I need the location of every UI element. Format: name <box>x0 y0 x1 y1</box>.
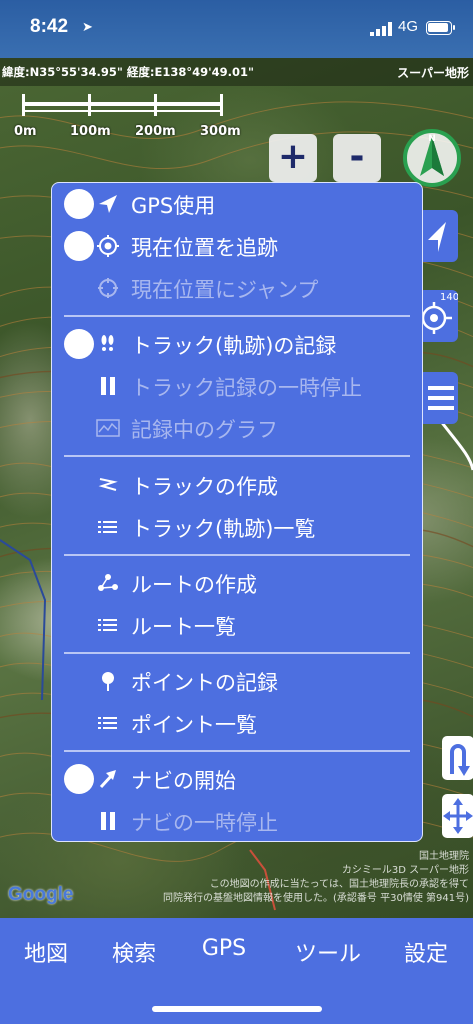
u-turn-button[interactable] <box>442 736 473 780</box>
menu-item-label: 現在位置を追跡 <box>131 236 278 260</box>
tab-gps[interactable]: GPS <box>196 936 252 961</box>
scale-line <box>22 102 222 106</box>
menu-item-record-track[interactable]: トラック(軌跡)の記録 <box>52 323 424 365</box>
home-indicator[interactable] <box>152 1006 322 1012</box>
scale-tick <box>88 94 91 116</box>
menu-item-label: トラック(軌跡)一覧 <box>131 517 316 541</box>
scale-label-200: 200m <box>135 124 176 139</box>
map-type-label[interactable]: スーパー地形 <box>397 64 469 81</box>
toggle-switch[interactable] <box>64 329 94 359</box>
menu-item-point-list[interactable]: ポイント一覧 <box>52 702 424 744</box>
network-type: 4G <box>398 18 419 35</box>
zoom-out-button[interactable]: - <box>333 134 381 182</box>
move-arrows-icon <box>443 798 473 834</box>
gps-menu: GPS使用 現在位置を追跡 現在位置にジャンプ トラック(軌跡)の記録 トラック… <box>51 182 423 842</box>
toggle-switch[interactable] <box>64 231 94 261</box>
tab-search[interactable]: 検索 <box>108 936 160 968</box>
zoom-in-button[interactable]: + <box>269 134 317 182</box>
google-logo: Google <box>8 884 74 905</box>
list-icon <box>98 717 117 729</box>
toggle-switch[interactable] <box>64 189 94 219</box>
menu-item-label: トラック記録の一時停止 <box>131 376 362 400</box>
menu-item-label: ポイントの記録 <box>131 671 278 695</box>
menu-item-label: 現在位置にジャンプ <box>131 278 319 302</box>
crosshair-icon: 140 <box>421 292 459 334</box>
altitude-badge: 140 <box>440 292 458 303</box>
menu-item-route-list[interactable]: ルート一覧 <box>52 604 424 646</box>
status-bar: 8:42 ➤ 4G <box>0 0 473 58</box>
menu-divider <box>64 315 410 317</box>
jump-target-icon <box>98 278 118 298</box>
pan-move-button[interactable] <box>442 794 473 838</box>
menu-item-record-point[interactable]: ポイントの記録 <box>52 660 424 702</box>
attribution-approval: 同院発行の基盤地図情報を使用した。(承認番号 平30情使 第941号) <box>163 893 469 904</box>
menu-item-pause-track[interactable]: トラック記録の一時停止 <box>52 365 424 407</box>
menu-item-label: トラック(軌跡)の記録 <box>131 334 337 358</box>
layers-menu-button[interactable] <box>418 372 458 424</box>
menu-item-label: ナビの開始 <box>131 769 236 793</box>
menu-divider <box>64 652 410 654</box>
scale-label-0: 0m <box>14 124 37 139</box>
tab-settings[interactable]: 設定 <box>400 936 452 968</box>
coordinate-readout: 緯度:N35°55'34.95" 経度:E138°49'49.01" <box>2 65 254 79</box>
u-turn-icon <box>450 744 470 776</box>
menu-item-gps-use[interactable]: GPS使用 <box>52 183 424 225</box>
menu-item-track-list[interactable]: トラック(軌跡)一覧 <box>52 506 424 548</box>
track-create-icon <box>98 478 118 491</box>
menu-divider <box>64 455 410 457</box>
pause-icon <box>101 812 115 830</box>
svg-text:N: N <box>428 134 436 144</box>
list-icon <box>98 619 117 631</box>
menu-item-label: ポイント一覧 <box>131 713 257 737</box>
menu-item-label: トラックの作成 <box>131 475 278 499</box>
scale-tick <box>154 94 157 116</box>
menu-item-label: 記録中のグラフ <box>131 418 278 442</box>
footprints-icon <box>101 335 114 351</box>
scale-tick <box>22 94 25 116</box>
scale-label-300: 300m <box>200 124 241 139</box>
menu-item-label: GPS使用 <box>131 194 216 218</box>
list-icon <box>98 521 117 533</box>
map-pin-icon <box>102 672 114 691</box>
gps-direction-button[interactable] <box>418 210 458 262</box>
scale-tick <box>220 94 223 116</box>
menu-divider <box>64 750 410 752</box>
route-create-icon <box>98 574 118 591</box>
scale-line-lower <box>22 110 222 112</box>
menu-item-label: ナビの一時停止 <box>131 811 278 835</box>
attribution-kashmir: カシミール3D スーパー地形 <box>341 865 469 876</box>
battery-icon <box>426 21 455 35</box>
map-attribution: 国土地理院 カシミール3D スーパー地形 この地図の作成に当たっては、国土地理院… <box>149 850 469 906</box>
location-services-icon: ➤ <box>82 20 93 35</box>
tab-map[interactable]: 地図 <box>22 936 70 968</box>
attribution-gsi: 国土地理院 <box>419 851 469 862</box>
coordinate-bar: 緯度:N35°55'34.95" 経度:E138°49'49.01" スーパー地… <box>0 58 473 86</box>
hamburger-icon <box>428 386 454 410</box>
menu-item-start-navi[interactable]: ナビの開始 <box>52 758 424 800</box>
menu-item-jump-to-location[interactable]: 現在位置にジャンプ <box>52 267 424 309</box>
navigate-arrow-icon <box>99 770 116 789</box>
track-location-button[interactable]: 140 <box>418 290 459 342</box>
toggle-switch[interactable] <box>64 764 94 794</box>
menu-item-pause-navi[interactable]: ナビの一時停止 <box>52 800 424 842</box>
clock: 8:42 <box>30 16 69 37</box>
menu-item-label: ルート一覧 <box>131 615 236 639</box>
graph-icon <box>96 419 120 437</box>
menu-item-create-track[interactable]: トラックの作成 <box>52 464 424 506</box>
menu-item-label: ルートの作成 <box>131 573 257 597</box>
compass-icon[interactable]: N <box>402 128 462 188</box>
pause-icon <box>101 377 115 395</box>
crosshair-icon <box>97 235 119 257</box>
menu-divider <box>64 554 410 556</box>
menu-item-create-route[interactable]: ルートの作成 <box>52 562 424 604</box>
tab-tools[interactable]: ツール <box>290 936 366 968</box>
attribution-note: この地図の作成に当たっては、国土地理院長の承認を得て <box>209 879 469 890</box>
cellular-signal-icon <box>370 22 392 36</box>
menu-item-recording-graph[interactable]: 記録中のグラフ <box>52 407 424 449</box>
navigation-arrow-icon <box>428 222 446 252</box>
menu-item-track-location[interactable]: 現在位置を追跡 <box>52 225 424 267</box>
scale-bar: 0m 100m 200m 300m <box>14 92 241 142</box>
scale-label-100: 100m <box>70 124 111 139</box>
location-arrow-icon <box>99 195 117 213</box>
